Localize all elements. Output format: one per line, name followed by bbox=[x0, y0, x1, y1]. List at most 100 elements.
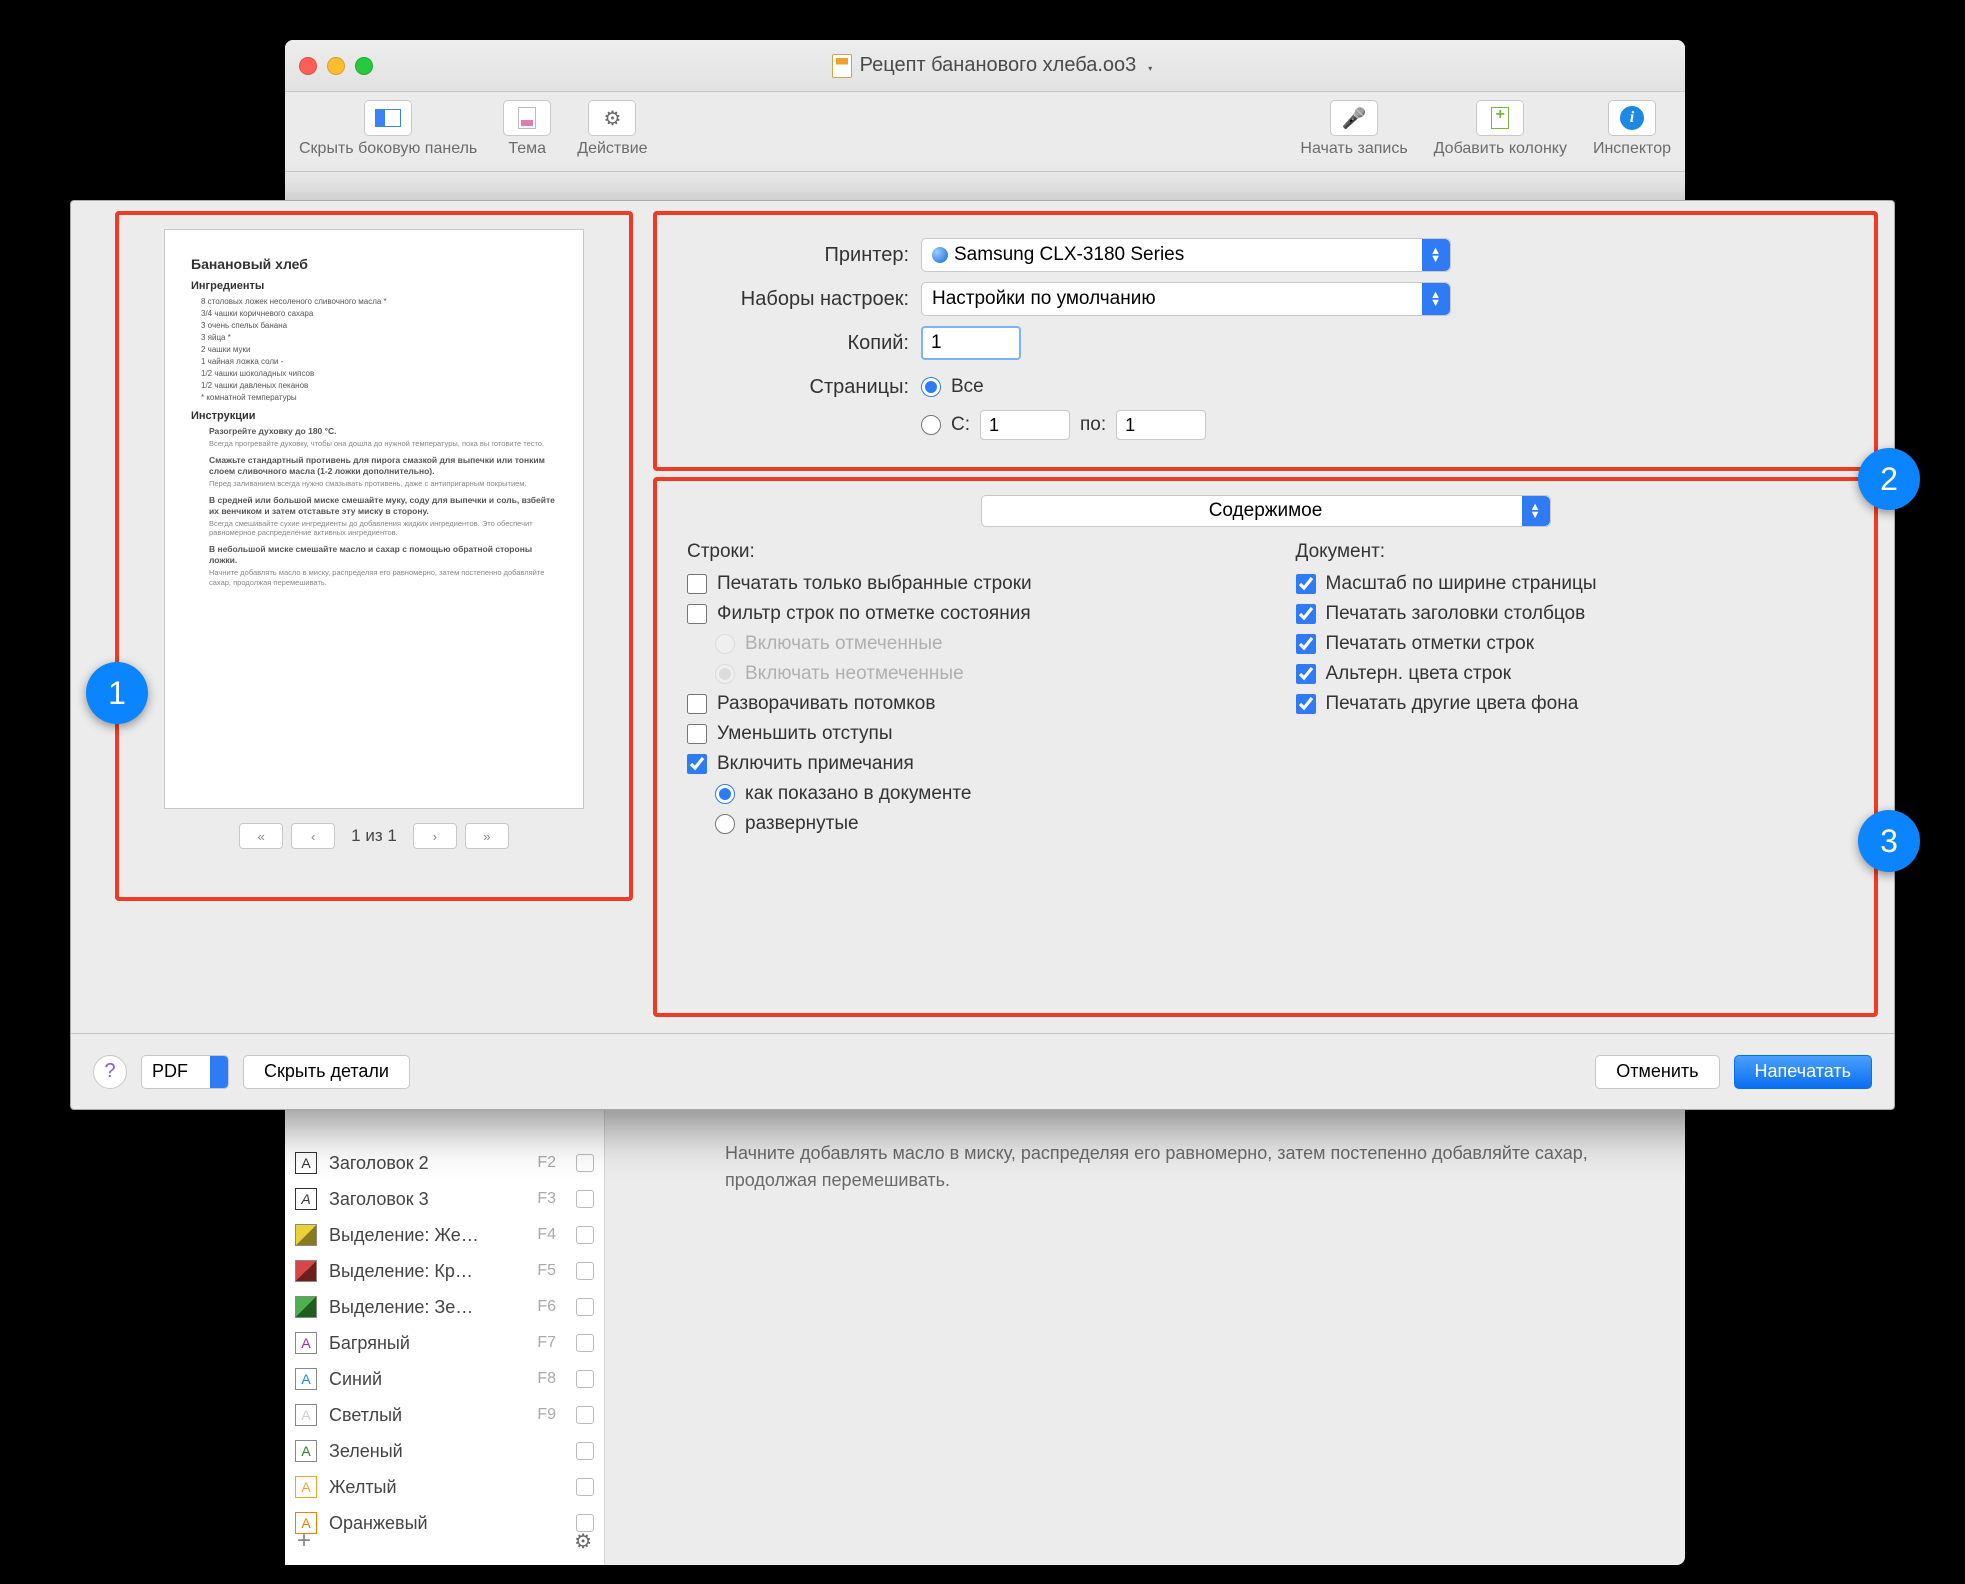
close-window[interactable] bbox=[299, 57, 317, 75]
print-button[interactable]: Напечатать bbox=[1734, 1055, 1872, 1089]
pager-label: 1 из 1 bbox=[351, 826, 397, 846]
pages-from-label: С: bbox=[951, 414, 970, 436]
presets-dropdown[interactable]: Настройки по умолчанию ▲▼ bbox=[921, 282, 1451, 316]
style-list-item[interactable]: Выделение: Же…F4 bbox=[285, 1217, 604, 1253]
panel-icon bbox=[375, 109, 401, 127]
preview-ingredient: 3 яйца * bbox=[201, 332, 557, 344]
style-list-item[interactable]: АЗаголовок 2F2 bbox=[285, 1145, 604, 1181]
zoom-window[interactable] bbox=[355, 57, 373, 75]
style-apply-checkbox[interactable] bbox=[576, 1190, 594, 1208]
add-style-button[interactable]: + bbox=[297, 1527, 311, 1555]
alt-row-colors-checkbox[interactable] bbox=[1296, 664, 1316, 684]
print-dialog: Банановый хлеб Ингредиенты 8 столовых ло… bbox=[70, 200, 1895, 1110]
app-window: Рецепт бананового хлеба.oo3 Скрыть боков… bbox=[285, 40, 1685, 1565]
style-list-item[interactable]: АБагряныйF7 bbox=[285, 1325, 604, 1361]
notes-expanded-radio[interactable] bbox=[715, 814, 735, 834]
callout-1: 1 bbox=[86, 662, 148, 724]
style-swatch-icon: А bbox=[295, 1476, 317, 1498]
pages-from-input[interactable] bbox=[980, 410, 1070, 440]
include-notes-checkbox[interactable] bbox=[687, 754, 707, 774]
style-apply-checkbox[interactable] bbox=[576, 1370, 594, 1388]
filter-status-checkbox[interactable] bbox=[687, 604, 707, 624]
copies-label: Копий: bbox=[677, 332, 909, 355]
print-dialog-footer: ? PDF Скрыть детали Отменить Напечатать bbox=[71, 1033, 1894, 1109]
hide-sidebar-label: Скрыть боковую панель bbox=[299, 140, 477, 158]
print-headers-checkbox[interactable] bbox=[1296, 604, 1316, 624]
print-row-marks-checkbox[interactable] bbox=[1296, 634, 1316, 654]
style-apply-checkbox[interactable] bbox=[576, 1226, 594, 1244]
reduce-indent-checkbox[interactable] bbox=[687, 724, 707, 744]
style-apply-checkbox[interactable] bbox=[576, 1442, 594, 1460]
pages-to-input[interactable] bbox=[1116, 410, 1206, 440]
hide-details-button[interactable]: Скрыть детали bbox=[243, 1055, 410, 1089]
theme-icon bbox=[518, 107, 536, 129]
minimize-window[interactable] bbox=[327, 57, 345, 75]
pager-next-button[interactable]: › bbox=[413, 823, 457, 849]
style-list-item[interactable]: АЗаголовок 3F3 bbox=[285, 1181, 604, 1217]
style-apply-checkbox[interactable] bbox=[576, 1478, 594, 1496]
preview-step: В средней или большой миске смешайте мук… bbox=[209, 495, 557, 539]
style-apply-checkbox[interactable] bbox=[576, 1298, 594, 1316]
style-apply-checkbox[interactable] bbox=[576, 1406, 594, 1424]
copies-input[interactable] bbox=[921, 326, 1021, 360]
title-chevron-icon[interactable] bbox=[1144, 54, 1152, 77]
traffic-lights bbox=[299, 57, 373, 75]
style-swatch-icon bbox=[295, 1260, 317, 1282]
sidebar-gear-button[interactable] bbox=[574, 1529, 592, 1554]
dropdown-arrows-icon: ▲▼ bbox=[1430, 291, 1441, 307]
preview-ingredient: 1/2 чашки шоколадных чипсов bbox=[201, 368, 557, 380]
print-bg-colors-checkbox[interactable] bbox=[1296, 694, 1316, 714]
pager-first-button[interactable]: « bbox=[239, 823, 283, 849]
expand-children-checkbox[interactable] bbox=[687, 694, 707, 714]
action-button[interactable] bbox=[588, 100, 636, 136]
preview-ingredient: 8 столовых ложек несоленого сливочного м… bbox=[201, 296, 557, 308]
hide-sidebar-button[interactable] bbox=[364, 100, 412, 136]
pager-last-button[interactable]: » bbox=[465, 823, 509, 849]
callout-3: 3 bbox=[1858, 810, 1920, 872]
preview-page: Банановый хлеб Ингредиенты 8 столовых ло… bbox=[164, 229, 584, 809]
style-list-item[interactable]: АЖелтый bbox=[285, 1469, 604, 1505]
printer-status-icon bbox=[932, 247, 948, 263]
help-button[interactable]: ? bbox=[93, 1055, 127, 1089]
add-column-button[interactable] bbox=[1476, 100, 1524, 136]
preview-ingredient: 3 очень спелых банана bbox=[201, 320, 557, 332]
printer-value: Samsung CLX-3180 Series bbox=[954, 244, 1184, 266]
style-swatch-icon: А bbox=[295, 1332, 317, 1354]
style-swatch-icon: А bbox=[295, 1152, 317, 1174]
record-button[interactable] bbox=[1330, 100, 1378, 136]
include-checked-radio bbox=[715, 634, 735, 654]
style-apply-checkbox[interactable] bbox=[576, 1154, 594, 1172]
preview-step: Смажьте стандартный противень для пирога… bbox=[209, 455, 557, 489]
action-label: Действие bbox=[577, 140, 647, 158]
fit-width-checkbox[interactable] bbox=[1296, 574, 1316, 594]
rows-heading: Строки: bbox=[687, 541, 1236, 563]
style-list-item[interactable]: Выделение: Зе…F6 bbox=[285, 1289, 604, 1325]
style-apply-checkbox[interactable] bbox=[576, 1334, 594, 1352]
add-column-icon bbox=[1491, 107, 1509, 129]
style-list-item[interactable]: АЗеленый bbox=[285, 1433, 604, 1469]
inspector-button[interactable]: i bbox=[1608, 100, 1656, 136]
style-list-item[interactable]: Выделение: Кр…F5 bbox=[285, 1253, 604, 1289]
style-apply-checkbox[interactable] bbox=[576, 1262, 594, 1280]
options-category-dropdown[interactable]: Содержимое ▲▼ bbox=[981, 495, 1551, 527]
printer-dropdown[interactable]: Samsung CLX-3180 Series ▲▼ bbox=[921, 238, 1451, 272]
pdf-button[interactable]: PDF bbox=[141, 1055, 229, 1089]
inspector-label: Инспектор bbox=[1593, 140, 1671, 158]
print-settings-area: Принтер: Samsung CLX-3180 Series ▲▼ Набо… bbox=[653, 211, 1878, 471]
pages-range-radio[interactable] bbox=[921, 415, 941, 435]
theme-button[interactable] bbox=[503, 100, 551, 136]
preview-ingredient: * комнатной температуры bbox=[201, 392, 557, 404]
sidebar-footer: + bbox=[285, 1523, 604, 1559]
print-preview-area: Банановый хлеб Ингредиенты 8 столовых ло… bbox=[115, 211, 633, 901]
style-list-item[interactable]: АСинийF8 bbox=[285, 1361, 604, 1397]
notes-as-shown-radio[interactable] bbox=[715, 784, 735, 804]
pages-all-radio[interactable] bbox=[921, 377, 941, 397]
style-list-item[interactable]: АСветлыйF9 bbox=[285, 1397, 604, 1433]
document-note-text: Начните добавлять масло в миску, распред… bbox=[725, 1140, 1645, 1194]
style-swatch-icon: А bbox=[295, 1440, 317, 1462]
style-swatch-icon bbox=[295, 1296, 317, 1318]
window-title: Рецепт бананового хлеба.oo3 bbox=[373, 54, 1611, 78]
only-selected-checkbox[interactable] bbox=[687, 574, 707, 594]
pager-prev-button[interactable]: ‹ bbox=[291, 823, 335, 849]
cancel-button[interactable]: Отменить bbox=[1595, 1055, 1719, 1089]
